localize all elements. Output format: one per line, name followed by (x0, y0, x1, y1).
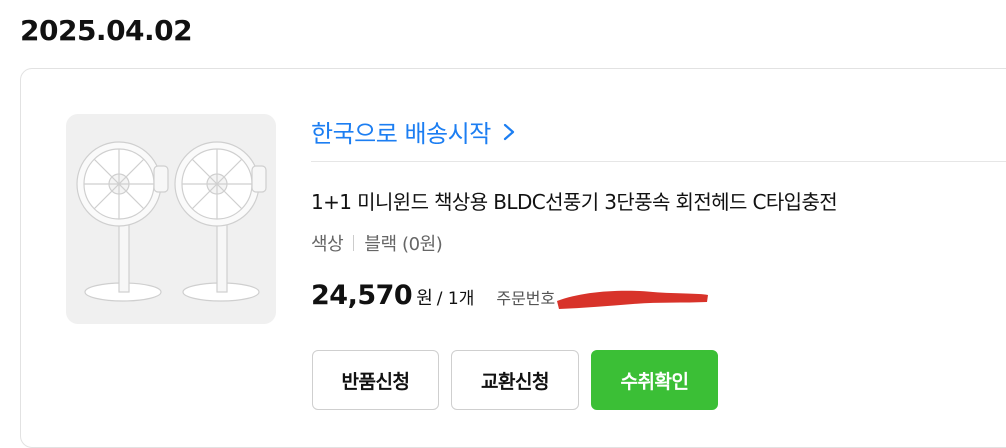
price-row: 24,570 원 / 1개 주문번호 (311, 280, 555, 311)
order-number-label: 주문번호 (496, 289, 556, 308)
exchange-request-button[interactable]: 교환신청 (451, 350, 579, 410)
card-divider (311, 161, 1006, 162)
shipping-status-link[interactable]: 한국으로 배송시작 (311, 114, 521, 149)
redaction-mark (553, 283, 713, 313)
product-thumbnail[interactable] (66, 114, 276, 324)
confirm-receipt-button[interactable]: 수취확인 (591, 350, 718, 410)
option-separator (353, 235, 355, 251)
shipping-status-text: 한국으로 배송시작 (311, 120, 491, 148)
product-name[interactable]: 1+1 미니윈드 책상용 BLDC선풍기 3단풍속 회전헤드 C타입충전 (311, 186, 838, 215)
price-quantity: / 1개 (436, 289, 475, 309)
order-date-heading: 2025.04.02 (20, 14, 193, 47)
price-amount: 24,570 (311, 280, 413, 311)
price-unit: 원 (416, 288, 433, 309)
product-option: 색상 블랙 (0원) (311, 230, 443, 256)
option-label: 색상 (311, 234, 344, 255)
desk-fan-pair-image (76, 141, 267, 302)
return-request-button[interactable]: 반품신청 (312, 350, 439, 410)
option-value: 블랙 (0원) (364, 234, 443, 255)
chevron-right-icon (499, 120, 521, 144)
